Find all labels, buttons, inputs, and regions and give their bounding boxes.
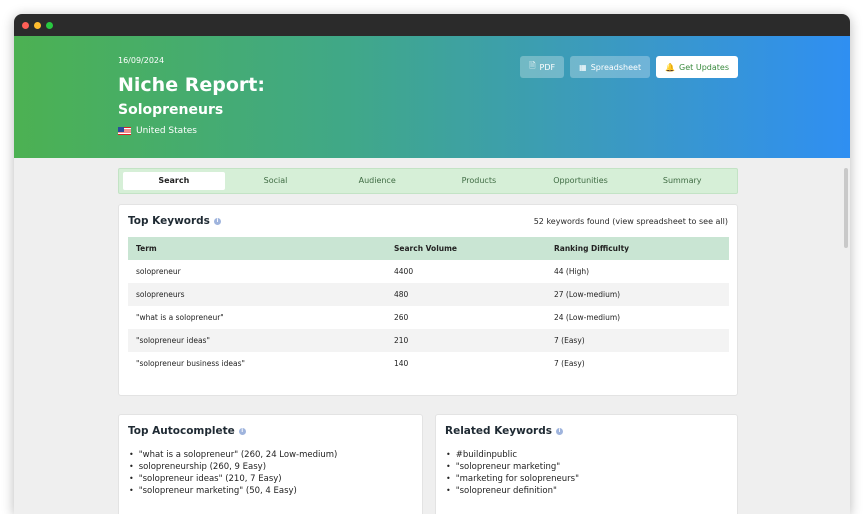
- window-titlebar: [14, 14, 850, 36]
- cell-difficulty: 7 (Easy): [554, 336, 585, 345]
- list-item: "solopreneur marketing" (50, 4 Easy): [129, 485, 337, 497]
- us-flag-icon: [118, 127, 131, 135]
- tab-social[interactable]: Social: [225, 172, 327, 190]
- table-icon: ▦: [579, 62, 587, 72]
- tab-search[interactable]: Search: [123, 172, 225, 190]
- cell-difficulty: 7 (Easy): [554, 359, 585, 368]
- tab-opportunities[interactable]: Opportunities: [530, 172, 632, 190]
- bell-icon: 🔔: [665, 62, 676, 72]
- list-item: "solopreneur definition": [446, 485, 579, 497]
- get-updates-button-label: Get Updates: [679, 62, 729, 72]
- autocomplete-list: "what is a solopreneur" (260, 24 Low-med…: [129, 449, 338, 497]
- cell-volume: 480: [394, 290, 409, 299]
- tab-summary[interactable]: Summary: [631, 172, 733, 190]
- table-row: "solopreneur business ideas" 140 7 (Easy…: [128, 352, 729, 375]
- cell-term: solopreneur: [136, 267, 181, 276]
- list-item: "solopreneur ideas" (210, 7 Easy): [129, 473, 337, 485]
- related-keywords-title: Related Keywords: [445, 425, 552, 437]
- minimize-window-icon[interactable]: [34, 21, 41, 29]
- top-autocomplete-heading: Top Autocomplete i: [128, 425, 246, 437]
- cell-volume: 4400: [394, 267, 414, 276]
- column-search-volume: Search Volume: [394, 244, 458, 253]
- top-keywords-heading: Top Keywords i: [128, 215, 221, 227]
- report-body: Search Social Audience Products Opportun…: [14, 158, 850, 514]
- info-icon[interactable]: i: [213, 217, 221, 225]
- table-row: "what is a solopreneur" 260 24 (Low-medi…: [128, 306, 729, 329]
- report-date: 16/09/2024: [118, 56, 165, 65]
- cell-term: solopreneurs: [136, 290, 185, 299]
- cell-volume: 260: [394, 313, 409, 322]
- report-title: Niche Report:: [118, 74, 265, 96]
- pdf-button[interactable]: 🗎 PDF: [520, 56, 565, 78]
- country-label: United States: [136, 126, 197, 136]
- cell-difficulty: 44 (High): [554, 267, 590, 276]
- report-header: 16/09/2024 Niche Report: Solopreneurs Un…: [14, 36, 850, 158]
- page-scrollbar[interactable]: [844, 168, 848, 248]
- document-icon: 🗎: [529, 61, 536, 70]
- spreadsheet-button-label: Spreadsheet: [590, 62, 642, 72]
- list-item: "solopreneur marketing": [446, 461, 579, 473]
- get-updates-button[interactable]: 🔔 Get Updates: [656, 56, 738, 78]
- info-icon[interactable]: i: [555, 427, 563, 435]
- table-header: Term Search Volume Ranking Difficulty: [128, 237, 729, 260]
- related-keywords-list: #buildinpublic "solopreneur marketing" "…: [446, 449, 579, 497]
- column-term: Term: [136, 244, 157, 253]
- cell-term: "what is a solopreneur": [136, 313, 224, 322]
- report-country: United States: [118, 126, 197, 136]
- report-niche: Solopreneurs: [118, 102, 224, 118]
- tab-audience[interactable]: Audience: [326, 172, 428, 190]
- top-keywords-card: Top Keywords i 52 keywords found (view s…: [118, 204, 738, 396]
- spreadsheet-button[interactable]: ▦ Spreadsheet: [570, 56, 651, 78]
- table-row: solopreneurs 480 27 (Low-medium): [128, 283, 729, 306]
- list-item: "marketing for solopreneurs": [446, 473, 579, 485]
- top-autocomplete-title: Top Autocomplete: [128, 425, 235, 437]
- cell-volume: 210: [394, 336, 409, 345]
- cell-difficulty: 24 (Low-medium): [554, 313, 621, 322]
- report-tabs: Search Social Audience Products Opportun…: [118, 168, 738, 194]
- tab-products[interactable]: Products: [428, 172, 530, 190]
- keywords-table: Term Search Volume Ranking Difficulty so…: [128, 237, 729, 375]
- cell-term: "solopreneur business ideas": [136, 359, 245, 368]
- cell-difficulty: 27 (Low-medium): [554, 290, 621, 299]
- table-row: "solopreneur ideas" 210 7 (Easy): [128, 329, 729, 352]
- maximize-window-icon[interactable]: [46, 21, 53, 29]
- top-autocomplete-card: Top Autocomplete i "what is a solopreneu…: [118, 414, 423, 514]
- report-actions: 🗎 PDF ▦ Spreadsheet 🔔 Get Updates: [520, 56, 738, 78]
- related-keywords-heading: Related Keywords i: [445, 425, 563, 437]
- list-item: "what is a solopreneur" (260, 24 Low-med…: [129, 449, 338, 461]
- list-item: #buildinpublic: [446, 449, 579, 461]
- close-window-icon[interactable]: [22, 21, 29, 29]
- list-item: solopreneurship (260, 9 Easy): [129, 461, 337, 473]
- pdf-button-label: PDF: [539, 62, 556, 72]
- cell-term: "solopreneur ideas": [136, 336, 210, 345]
- column-ranking-difficulty: Ranking Difficulty: [554, 244, 630, 253]
- info-icon[interactable]: i: [238, 427, 246, 435]
- top-keywords-title: Top Keywords: [128, 215, 210, 227]
- keywords-found-count: 52 keywords found (view spreadsheet to s…: [533, 217, 728, 226]
- cell-volume: 140: [394, 359, 409, 368]
- table-row: solopreneur 4400 44 (High): [128, 260, 729, 283]
- browser-window: 16/09/2024 Niche Report: Solopreneurs Un…: [14, 14, 850, 514]
- related-keywords-card: Related Keywords i #buildinpublic "solop…: [435, 414, 738, 514]
